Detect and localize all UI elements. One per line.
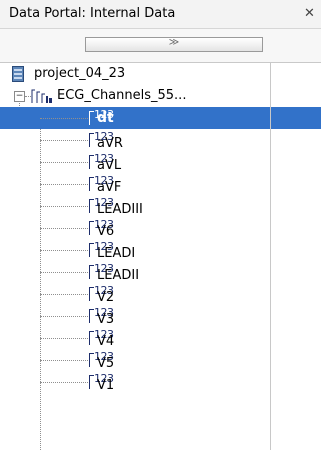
tree-connector: [40, 250, 88, 251]
tree-connector: [40, 382, 88, 383]
close-icon[interactable]: ✕: [304, 4, 321, 23]
tree-item-label: ECG_Channels_55...: [57, 88, 187, 103]
tree-item-channel[interactable]: 123 V3: [0, 305, 270, 327]
tree-item-project[interactable]: project_04_23: [0, 63, 270, 85]
tree-item-channel[interactable]: 123 LEADII: [0, 261, 270, 283]
tree-connector: [40, 206, 88, 207]
detail-pane: [271, 63, 321, 450]
tree-connector: [40, 338, 88, 339]
expand-toolbar-button[interactable]: ≫: [85, 37, 263, 52]
double-chevron-down-icon: ≫: [168, 37, 180, 48]
tree-connector: [40, 272, 88, 273]
panel-title-bar: Data Portal: Internal Data ✕: [0, 0, 321, 29]
tree-item-channel[interactable]: 123 aVL: [0, 151, 270, 173]
tree-item-label: dt: [97, 110, 114, 126]
tree-item-channel[interactable]: 123 LEADI: [0, 239, 270, 261]
tree-item-channel-group[interactable]: − ECG_Channels_55...: [0, 85, 270, 107]
tree-item-channel[interactable]: 123 V6: [0, 217, 270, 239]
tree-item-channel[interactable]: 123 aVR: [0, 129, 270, 151]
collapse-toggle-icon[interactable]: −: [14, 91, 25, 102]
selection-highlight: [271, 107, 321, 129]
tree-connector: [40, 228, 88, 229]
toolbar: ≫: [0, 29, 321, 63]
tree-connector: [40, 162, 88, 163]
channel-group-icon: [31, 89, 52, 103]
tree-item-channel[interactable]: 123 V4: [0, 327, 270, 349]
data-tree[interactable]: project_04_23 − ECG_Channels_55... 123 d…: [0, 63, 271, 450]
project-icon: [12, 66, 24, 82]
tree-item-label: project_04_23: [34, 66, 126, 81]
tree-item-channel[interactable]: 123 V1: [0, 371, 270, 393]
tree-item-channel[interactable]: 123 V5: [0, 349, 270, 371]
panel-title: Data Portal: Internal Data: [9, 6, 176, 21]
tree-connector: [40, 140, 88, 141]
tree-item-channel[interactable]: 123 aVF: [0, 173, 270, 195]
tree-connector: [40, 294, 88, 295]
tree-connector: [40, 360, 88, 361]
tree-item-channel[interactable]: 123 V2: [0, 283, 270, 305]
tree-item-channel[interactable]: 123 LEADIII: [0, 195, 270, 217]
tree-item-channel[interactable]: 123 dt: [0, 107, 270, 129]
tree-connector: [40, 316, 88, 317]
tree-connector: [40, 184, 88, 185]
tree-item-label: V1: [97, 378, 115, 393]
tree-connector: [40, 118, 88, 119]
